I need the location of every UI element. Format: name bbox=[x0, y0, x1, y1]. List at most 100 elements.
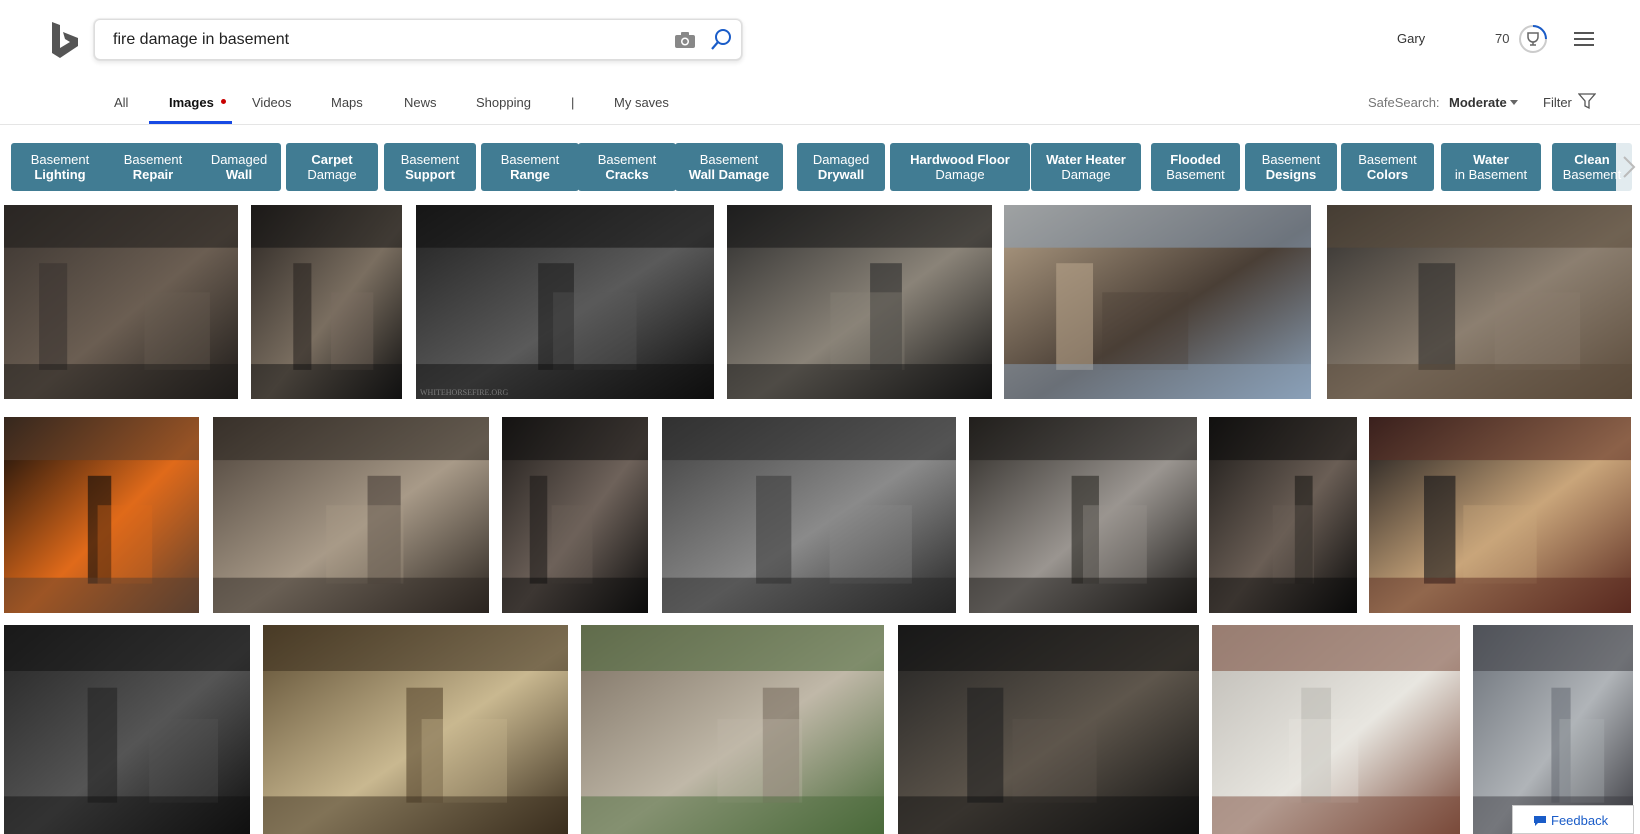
image-thumbnail bbox=[213, 417, 489, 613]
search-input[interactable] bbox=[113, 20, 633, 59]
chip-line-1: Water Heater bbox=[1046, 152, 1126, 167]
chip-line-1: Damaged bbox=[812, 152, 870, 167]
filter-icon[interactable] bbox=[1578, 92, 1596, 110]
tab-all[interactable]: All bbox=[114, 95, 128, 110]
chip-line-2: Range bbox=[510, 167, 550, 182]
image-thumbnail bbox=[662, 417, 956, 613]
active-tab-indicator bbox=[149, 121, 232, 124]
related-search-chip[interactable]: Basement Cracks bbox=[578, 143, 676, 191]
image-result-house-fire-firefighters[interactable] bbox=[1004, 205, 1311, 399]
chip-line-1: Basement bbox=[1261, 152, 1321, 167]
image-result-burnt-stairs-basement[interactable] bbox=[898, 625, 1199, 834]
related-search-chip[interactable]: Carpet Damage bbox=[286, 143, 378, 191]
image-result-soot-covered-wall[interactable] bbox=[662, 417, 956, 613]
chip-line-1: Basement bbox=[123, 152, 183, 167]
search-box bbox=[94, 19, 742, 60]
related-searches-chips: Basement Lighting Basement Repair Damaged Wal… bbox=[0, 143, 1640, 191]
chip-line-2: Damage bbox=[1061, 167, 1111, 182]
chip-line-1: Basement bbox=[1358, 152, 1417, 167]
trophy-icon[interactable] bbox=[1518, 24, 1548, 54]
related-search-chip[interactable]: Water Heater Damage bbox=[1031, 143, 1141, 191]
chip-line-1: Carpet bbox=[311, 152, 353, 167]
image-result-fire-debris-pile[interactable] bbox=[1327, 205, 1632, 399]
image-result-burning-staircase[interactable] bbox=[4, 417, 199, 613]
image-thumbnail bbox=[1473, 625, 1633, 834]
chevron-down-icon[interactable] bbox=[1510, 100, 1518, 105]
image-results-grid: WHITEHORSEFIRE.ORG bbox=[0, 205, 1640, 834]
image-result-collapsed-ceiling[interactable] bbox=[1473, 625, 1633, 834]
image-thumbnail bbox=[969, 417, 1197, 613]
related-search-chip[interactable]: Hardwood Floor Damage bbox=[890, 143, 1030, 191]
image-thumbnail bbox=[4, 205, 238, 399]
chip-line-1: Basement bbox=[699, 152, 759, 167]
image-result-dark-burnt-room[interactable] bbox=[502, 417, 648, 613]
related-search-chip[interactable]: Basement Repair bbox=[104, 143, 202, 191]
feedback-label: Feedback bbox=[1551, 813, 1609, 828]
search-vertical-nav: All Images Videos Maps News Shopping | M… bbox=[0, 80, 1640, 125]
related-search-chip[interactable]: Basement Wall Damage bbox=[675, 143, 783, 191]
chip-line-2: Wall bbox=[225, 167, 253, 182]
chip-line-1: Hardwood Floor bbox=[910, 152, 1010, 167]
chip-line-2: Damage bbox=[307, 167, 357, 182]
related-search-chip[interactable]: Damaged Wall bbox=[197, 143, 281, 191]
tab-maps[interactable]: Maps bbox=[331, 95, 363, 110]
camera-icon[interactable] bbox=[673, 30, 697, 50]
image-result-charred-basement-room[interactable] bbox=[4, 205, 238, 399]
image-thumbnail bbox=[251, 205, 402, 399]
chip-line-2: Colors bbox=[1366, 167, 1409, 182]
related-search-chip[interactable]: Basement Range bbox=[481, 143, 579, 191]
chip-line-2: Repair bbox=[132, 167, 174, 182]
image-thumbnail bbox=[416, 205, 714, 399]
image-thumbnail bbox=[263, 625, 568, 834]
chip-line-2: Support bbox=[405, 167, 455, 182]
tab-my-saves[interactable]: My saves bbox=[614, 95, 669, 110]
safesearch-label: SafeSearch: bbox=[1368, 95, 1440, 110]
image-thumbnail bbox=[1209, 417, 1357, 613]
chip-line-1: Basement bbox=[597, 152, 657, 167]
related-search-chip[interactable]: Basement Support bbox=[384, 143, 476, 191]
image-result-burnt-basement-stairs[interactable] bbox=[727, 205, 992, 399]
chips-next-button[interactable] bbox=[1616, 143, 1640, 191]
image-result-damaged-basement-lit[interactable] bbox=[263, 625, 568, 834]
image-result-restored-basement-water-heater[interactable] bbox=[1212, 625, 1460, 834]
image-result-charred-ceiling-window[interactable] bbox=[4, 625, 250, 834]
related-search-chip[interactable]: Basement Designs bbox=[1245, 143, 1337, 191]
chip-line-1: Basement bbox=[30, 152, 90, 167]
chip-line-1: Basement bbox=[500, 152, 560, 167]
chip-line-2: in Basement bbox=[1454, 167, 1528, 182]
image-thumbnail bbox=[4, 625, 250, 834]
image-thumbnail bbox=[581, 625, 884, 834]
tab-videos[interactable]: Videos bbox=[252, 95, 292, 110]
image-result-burnt-wood-stud-wall[interactable] bbox=[251, 205, 402, 399]
image-result-burnt-basement-shelves[interactable] bbox=[969, 417, 1197, 613]
hamburger-menu-icon[interactable] bbox=[1573, 30, 1595, 48]
image-thumbnail bbox=[727, 205, 992, 399]
related-search-chip[interactable]: Basement Lighting bbox=[11, 143, 109, 191]
tab-shopping[interactable]: Shopping bbox=[476, 95, 531, 110]
related-search-chip[interactable]: Water in Basement bbox=[1441, 143, 1541, 191]
image-result-charred-framing[interactable] bbox=[1209, 417, 1357, 613]
image-result-burned-basement-ceiling[interactable]: WHITEHORSEFIRE.ORG bbox=[416, 205, 714, 399]
filter-button[interactable]: Filter bbox=[1543, 95, 1572, 110]
related-search-chip[interactable]: Damaged Drywall bbox=[797, 143, 885, 191]
tab-news[interactable]: News bbox=[404, 95, 437, 110]
image-thumbnail bbox=[1004, 205, 1311, 399]
image-thumbnail bbox=[502, 417, 648, 613]
user-name[interactable]: Gary bbox=[1397, 31, 1425, 46]
image-thumbnail bbox=[1212, 625, 1460, 834]
safesearch-dropdown[interactable]: Moderate bbox=[1449, 95, 1507, 110]
image-thumbnail bbox=[1369, 417, 1631, 613]
search-icon[interactable] bbox=[709, 28, 733, 52]
image-result-exterior-debris-cleanup[interactable] bbox=[581, 625, 884, 834]
image-result-smoke-damaged-basement[interactable] bbox=[213, 417, 489, 613]
related-search-chip[interactable]: Basement Colors bbox=[1341, 143, 1434, 191]
chip-line-2: Drywall bbox=[817, 167, 865, 182]
feedback-button[interactable]: Feedback bbox=[1512, 805, 1634, 834]
related-search-chip[interactable]: Flooded Basement bbox=[1151, 143, 1240, 191]
chip-line-1: Flooded bbox=[1170, 152, 1221, 167]
speech-bubble-icon bbox=[1534, 816, 1546, 826]
image-result-fire-truck-night[interactable] bbox=[1369, 417, 1631, 613]
bing-logo-icon[interactable] bbox=[50, 20, 80, 60]
rewards-count[interactable]: 70 bbox=[1495, 31, 1509, 46]
tab-images[interactable]: Images bbox=[169, 95, 214, 110]
